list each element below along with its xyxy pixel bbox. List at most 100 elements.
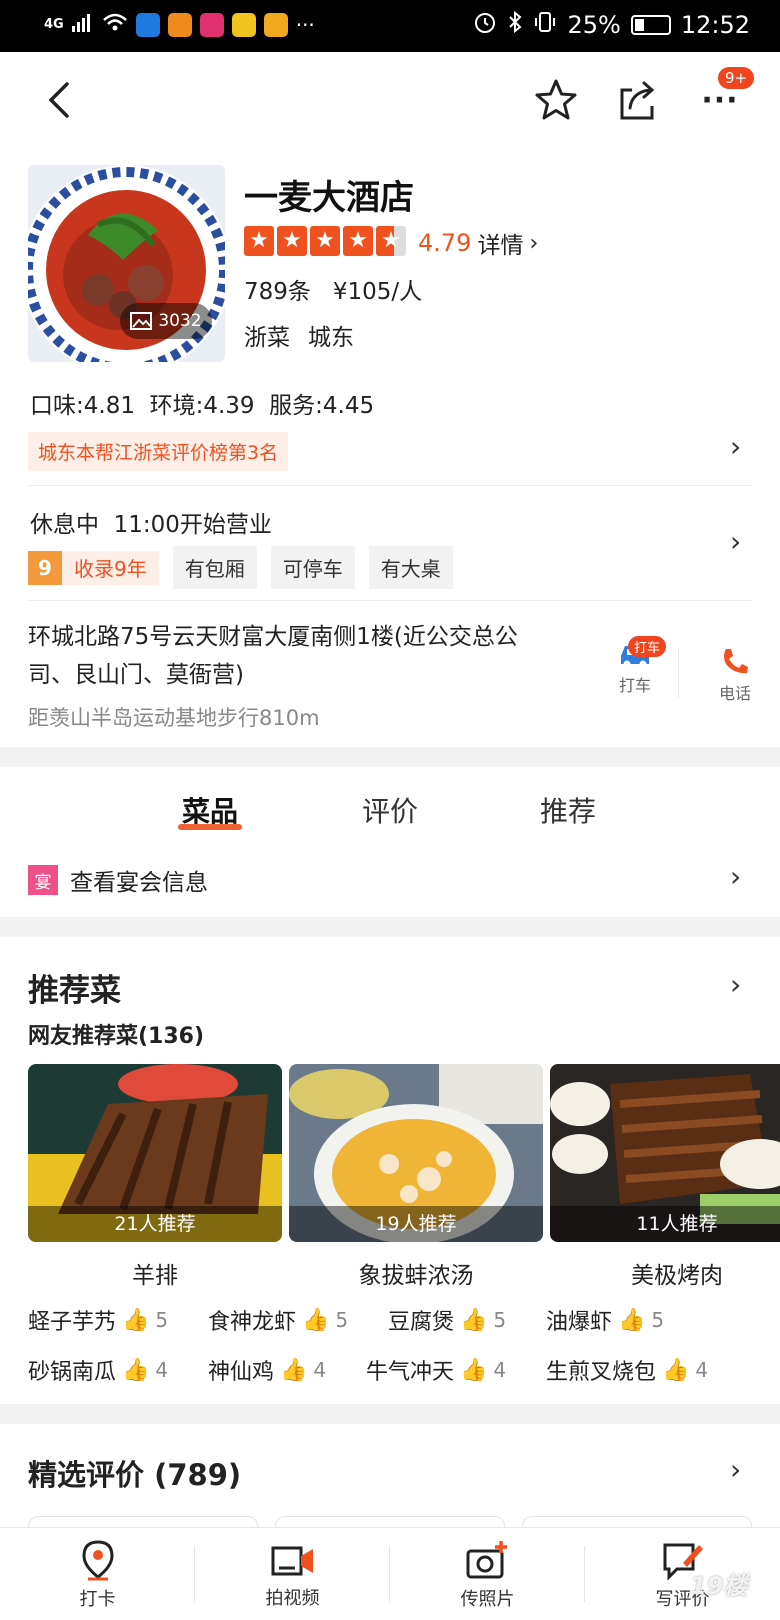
dish-card-1[interactable]: 21人推荐 [28,1064,282,1242]
network-indicator: 4G [44,17,64,32]
phone-button[interactable]: 电话 [700,646,770,704]
more-dish-name: 油爆虾 [546,1310,613,1335]
app-play-icon [167,12,192,37]
dish-name-1: 羊排 [132,1263,178,1289]
recommended-chevron-icon[interactable]: › [730,968,741,1001]
tab-reviews[interactable]: 评价 [362,790,418,830]
chevron-right-icon: › [529,230,539,256]
more-dish-3[interactable]: 豆腐煲 👍 5 [388,1304,506,1336]
more-dish-8[interactable]: 生煎叉烧包 👍 4 [546,1354,708,1386]
app-mp-icon [199,12,224,37]
write-review-button[interactable]: 写评价 [585,1528,780,1620]
app-leaf-icon [231,12,256,37]
star-icon: ★ [244,226,274,256]
battery-icon [630,15,671,35]
dish-card-3[interactable]: 11人推荐 [550,1064,780,1242]
tag-large-table: 有大桌 [368,546,453,589]
recommended-title[interactable]: 推荐菜 [28,965,121,1010]
star-icon: ★ [277,226,307,256]
video-button[interactable]: 拍视频 [195,1528,390,1620]
details-link[interactable]: 详情 [477,226,523,260]
photo-count-chip: 3032 [120,303,212,339]
tab-dishes[interactable]: 菜品 [178,790,242,830]
years-label: 收录9年 [74,557,147,581]
location-pin-icon [81,1539,114,1580]
more-dish-name: 牛气冲天 [366,1360,455,1385]
dish-card-2[interactable]: 19人推荐 [289,1064,543,1242]
thumbs-up-icon: 👍 [280,1357,308,1383]
half-star-icon: ★ [376,226,406,256]
share-button[interactable] [608,70,668,130]
ranking-chevron-icon[interactable]: › [730,430,741,463]
more-dish-4[interactable]: 油爆虾 👍 5 [546,1304,664,1336]
cuisine[interactable]: 浙菜 [244,318,290,352]
tab-active-underline [178,824,242,830]
thumbs-up-icon: 👍 [302,1307,330,1333]
bluetooth-icon [507,10,523,40]
area[interactable]: 城东 [308,318,354,352]
reviews-chevron-icon[interactable]: › [730,1453,741,1486]
dish-caption: 19人推荐 [289,1206,543,1242]
tab-recommend[interactable]: 推荐 [540,790,596,830]
app-shield-icon [135,12,160,37]
back-button[interactable] [30,70,90,130]
tab-bar: 菜品 评价 推荐 [0,790,780,840]
status-left: 4G ··· [44,12,315,37]
taxi-badge: 打车 [628,636,667,657]
camera-add-icon [466,1540,507,1578]
photo-button[interactable]: 传照片 [390,1528,585,1620]
more-dish-7[interactable]: 牛气冲天 👍 4 [366,1354,506,1386]
vibrate-icon [533,10,557,40]
reviews-and-price: 789条 ¥105/人 [244,279,423,305]
tag-parking: 可停车 [270,546,355,589]
more-dish-6[interactable]: 神仙鸡 👍 4 [208,1354,326,1386]
photo-label: 传照片 [460,1588,515,1610]
app-mail-icon [263,12,288,37]
checkin-button[interactable]: 打卡 [0,1528,195,1620]
status-right: 25% 12:52 [473,10,750,40]
banquet-chevron-icon[interactable]: › [730,860,741,893]
thumbs-up-icon: 👍 [460,1307,488,1333]
divider [28,485,752,486]
thumbs-up-icon: 👍 [122,1307,150,1333]
photo-count: 3032 [158,311,202,331]
more-dish-2[interactable]: 食神龙虾 👍 5 [208,1304,348,1336]
star-icon: ★ [343,226,373,256]
business-status: 休息中 11:00开始营业 [30,512,272,538]
sub-scores: 口味:4.81 环境:4.39 服务:4.45 [30,393,375,419]
reviews-title[interactable]: 精选评价 (789) [28,1452,241,1494]
dish-caption: 21人推荐 [28,1206,282,1242]
more-dish-count: 5 [651,1308,665,1332]
thumbs-up-icon: 👍 [460,1357,488,1383]
ranking-tag[interactable]: 城东本帮江浙菜评价榜第3名 [28,432,289,471]
image-icon [130,312,153,330]
more-dish-1[interactable]: 蛏子芋艿 👍 5 [28,1304,168,1336]
banquet-row[interactable]: 宴 查看宴会信息 [28,860,752,900]
shop-address[interactable]: 环城北路75号云天财富大厦南侧1楼(近公交总公司、艮山门、莫衙营) [28,618,558,694]
watermark-logo: 19楼 [690,1572,748,1600]
dish-caption: 11人推荐 [550,1206,780,1242]
dish-name-3: 美极烤肉 [631,1263,723,1289]
star-icon: ★ [310,226,340,256]
status-chevron-icon[interactable]: › [730,525,741,558]
phone-label: 电话 [718,684,751,703]
rating-row[interactable]: 4.79 详情 › [418,226,538,260]
shop-photo[interactable]: 3032 [28,165,225,362]
more-dish-name: 砂锅南瓜 [28,1360,117,1385]
more-dish-count: 5 [493,1308,507,1332]
more-dish-name: 食神龙虾 [208,1310,297,1335]
favorite-button[interactable] [526,70,586,130]
clock: 12:52 [680,11,750,39]
thumbs-up-icon: 👍 [618,1307,646,1333]
status-bar: 4G ··· 25% 12:52 [0,0,780,52]
tag-private-room: 有包厢 [172,546,257,589]
back-arrow-icon [48,82,69,118]
cuisine-area: 浙菜 城东 [244,318,354,352]
years-tag: 9 收录9年 [28,550,159,585]
more-dish-name: 生煎叉烧包 [546,1360,657,1385]
phone-icon [724,649,748,674]
more-dish-name: 蛏子芋艿 [28,1310,117,1335]
more-dish-5[interactable]: 砂锅南瓜 👍 4 [28,1354,168,1386]
more-dish-name: 神仙鸡 [208,1360,275,1385]
more-dish-count: 4 [313,1358,327,1382]
